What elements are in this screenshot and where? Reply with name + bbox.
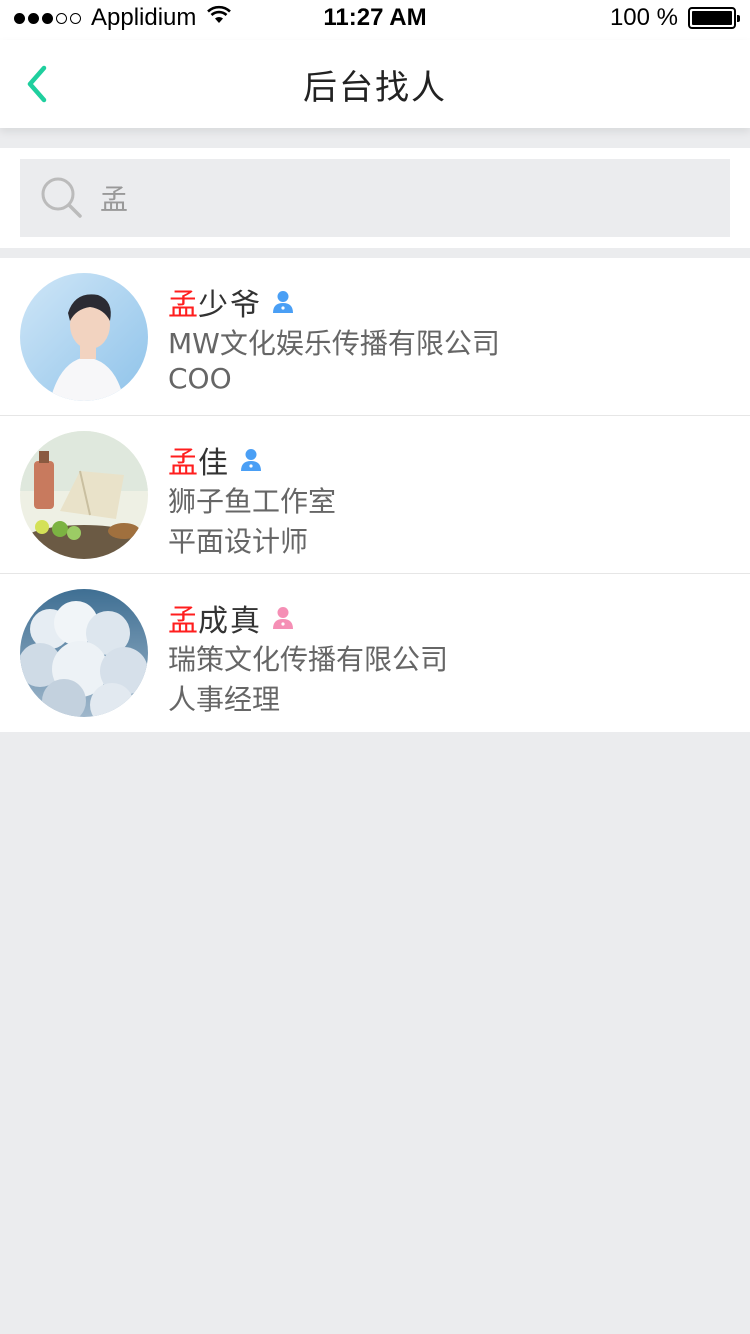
battery-label: 100 % (609, 4, 678, 31)
contact-name: 孟 佳 (168, 438, 262, 482)
battery-icon (688, 7, 740, 29)
avatar (20, 431, 148, 559)
company-label: 狮子鱼工作室 (168, 485, 337, 518)
job-title-label: COO (168, 362, 232, 395)
result-list: 孟 少爷 MW文化娱乐传播有限公司 COO 孟 佳 狮子鱼工作室 平面设计师 孟… (0, 258, 750, 732)
status-right: 100 % (609, 4, 740, 32)
search-icon (40, 176, 84, 220)
avatar (20, 589, 148, 717)
name-rest: 成真 (198, 604, 262, 639)
nav-bar: 后台找人 (0, 40, 750, 128)
contact-name: 孟 少爷 (168, 280, 294, 324)
avatar (20, 273, 148, 401)
name-rest: 佳 (198, 446, 230, 481)
male-person-icon (272, 290, 294, 314)
job-title-label: 人事经理 (168, 683, 281, 716)
page-title: 后台找人 (303, 68, 447, 108)
female-person-icon (272, 606, 294, 630)
company-label: MW文化娱乐传播有限公司 (168, 327, 500, 360)
male-person-icon (240, 448, 262, 472)
search-box[interactable] (20, 159, 730, 237)
list-item[interactable]: 孟 成真 瑞策文化传播有限公司 人事经理 (0, 574, 750, 732)
list-item[interactable]: 孟 佳 狮子鱼工作室 平面设计师 (0, 416, 750, 574)
contact-name: 孟 成真 (168, 596, 294, 640)
name-rest: 少爷 (198, 288, 262, 323)
status-bar: Applidium 11:27 AM 100 % (0, 0, 750, 40)
list-item[interactable]: 孟 少爷 MW文化娱乐传播有限公司 COO (0, 258, 750, 416)
name-highlight: 孟 (168, 288, 198, 323)
name-highlight: 孟 (168, 446, 198, 481)
search-bar (0, 148, 750, 248)
company-label: 瑞策文化传播有限公司 (168, 643, 449, 676)
job-title-label: 平面设计师 (168, 525, 309, 558)
name-highlight: 孟 (168, 604, 198, 639)
search-input[interactable] (100, 181, 660, 215)
